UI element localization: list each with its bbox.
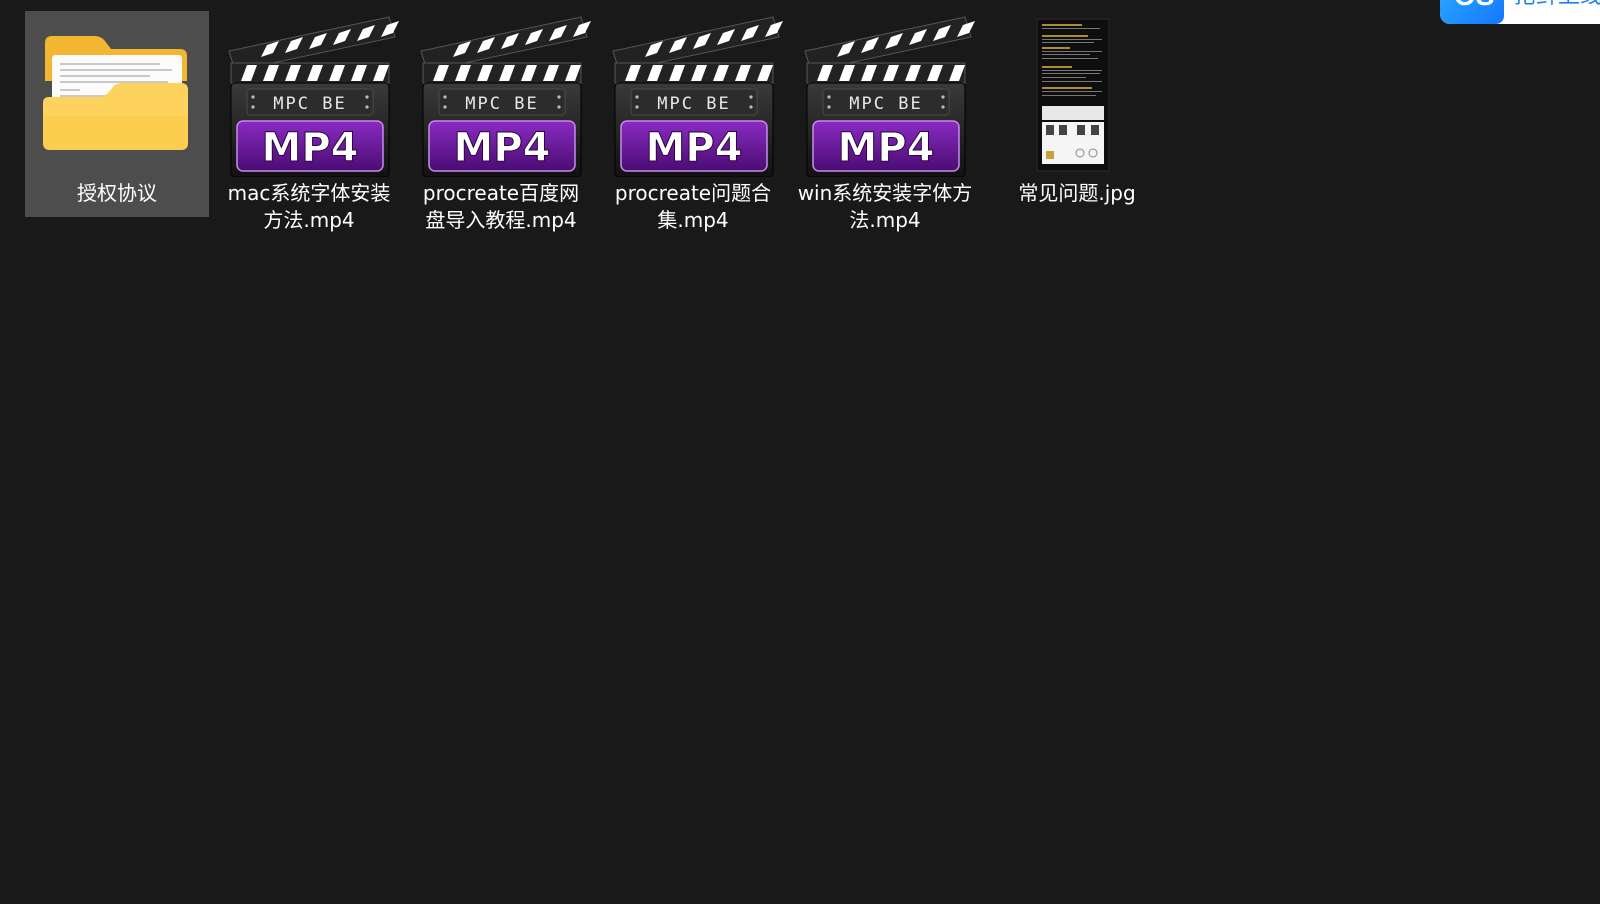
svg-text:MP4: MP4	[838, 125, 935, 171]
svg-text:MP4: MP4	[262, 125, 359, 171]
file-item-image[interactable]: 常见问题.jpg	[985, 11, 1169, 239]
floating-promo-widget[interactable]: OS 抢鲜上线	[1440, 0, 1600, 24]
svg-text:MPC BE: MPC BE	[657, 94, 730, 114]
file-name: 常见问题.jpg	[1018, 181, 1136, 205]
mpc-be-mp4-icon: MPC BE MP4	[601, 11, 785, 177]
mpc-be-mp4-icon: MPC BE MP4	[217, 11, 401, 177]
svg-text:MPC BE: MPC BE	[273, 94, 346, 114]
file-item-video[interactable]: MPC BE MP4 win系统安装字体方法.mp4	[793, 11, 977, 239]
image-thumbnail	[985, 11, 1169, 177]
widget-logo-text: OS	[1454, 0, 1494, 12]
file-name: win系统安装字体方法.mp4	[797, 181, 973, 232]
file-name: mac系统字体安装方法.mp4	[227, 181, 391, 232]
file-explorer-view: 授权协议 MPC BE MP4 mac系统字体安装方法.mp4 MPC BE M…	[0, 0, 1600, 904]
file-name: procreate问题合集.mp4	[614, 181, 772, 232]
svg-text:MP4: MP4	[454, 125, 551, 171]
file-item-folder[interactable]: 授权协议	[25, 11, 209, 217]
file-item-video[interactable]: MPC BE MP4 mac系统字体安装方法.mp4	[217, 11, 401, 239]
svg-text:MPC BE: MPC BE	[465, 94, 538, 114]
svg-text:MPC BE: MPC BE	[849, 94, 922, 114]
file-item-video[interactable]: MPC BE MP4 procreate百度网盘导入教程.mp4	[409, 11, 593, 239]
svg-text:MP4: MP4	[646, 125, 743, 171]
mpc-be-mp4-icon: MPC BE MP4	[409, 11, 593, 177]
folder-icon	[25, 11, 209, 177]
file-name: 授权协议	[77, 181, 157, 205]
file-item-video[interactable]: MPC BE MP4 procreate问题合集.mp4	[601, 11, 785, 239]
widget-logo-icon: OS	[1440, 0, 1504, 24]
mpc-be-mp4-icon: MPC BE MP4	[793, 11, 977, 177]
file-name: procreate百度网盘导入教程.mp4	[422, 181, 580, 232]
widget-text: 抢鲜上线	[1514, 0, 1600, 10]
